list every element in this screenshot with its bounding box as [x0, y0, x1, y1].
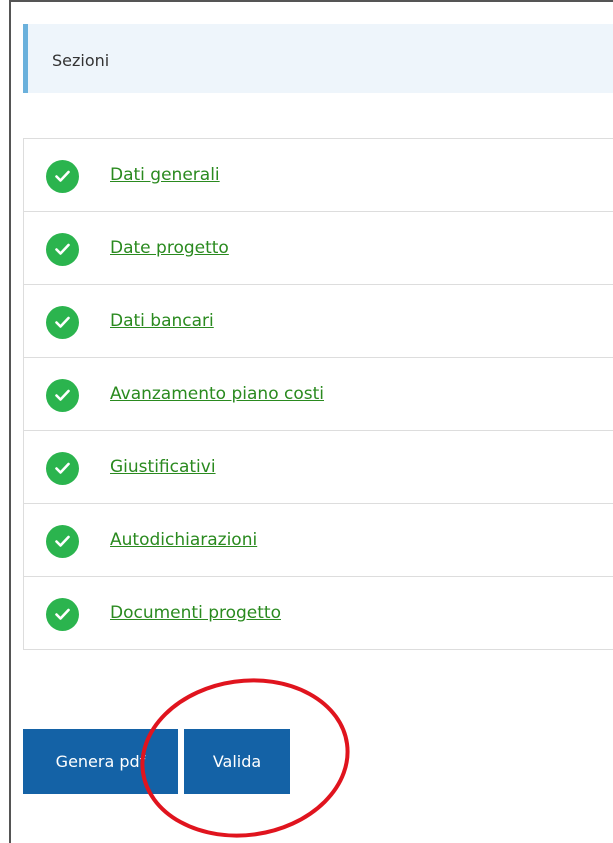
section-link-documenti-progetto[interactable]: Documenti progetto [110, 603, 281, 623]
section-link-dati-generali[interactable]: Dati generali [110, 165, 220, 185]
list-item-documenti-progetto: Documenti progetto [24, 577, 613, 650]
section-link-giustificativi[interactable]: Giustificativi [110, 457, 216, 477]
section-link-avanzamento-piano-costi[interactable]: Avanzamento piano costi [110, 384, 324, 404]
sections-list: Dati generali Date progetto Dati bancari… [23, 138, 613, 650]
section-link-date-progetto[interactable]: Date progetto [110, 238, 229, 258]
check-circle-icon [46, 379, 79, 412]
check-circle-icon [46, 233, 79, 266]
section-link-autodichiarazioni[interactable]: Autodichiarazioni [110, 530, 257, 550]
check-circle-icon [46, 306, 79, 339]
sections-title: Sezioni [52, 51, 110, 70]
section-link-dati-bancari[interactable]: Dati bancari [110, 311, 214, 331]
check-circle-icon [46, 452, 79, 485]
list-item-dati-generali: Dati generali [24, 139, 613, 212]
page-frame: Sezioni Dati generali Date progetto Dati… [9, 0, 613, 843]
list-item-autodichiarazioni: Autodichiarazioni [24, 504, 613, 577]
validate-button[interactable]: Valida [184, 729, 290, 794]
check-circle-icon [46, 525, 79, 558]
generate-pdf-button[interactable]: Genera pdf [23, 729, 178, 794]
check-circle-icon [46, 160, 79, 193]
sections-header: Sezioni [23, 24, 613, 93]
list-item-dati-bancari: Dati bancari [24, 285, 613, 358]
list-item-date-progetto: Date progetto [24, 212, 613, 285]
list-item-avanzamento-piano-costi: Avanzamento piano costi [24, 358, 613, 431]
list-item-giustificativi: Giustificativi [24, 431, 613, 504]
check-circle-icon [46, 598, 79, 631]
